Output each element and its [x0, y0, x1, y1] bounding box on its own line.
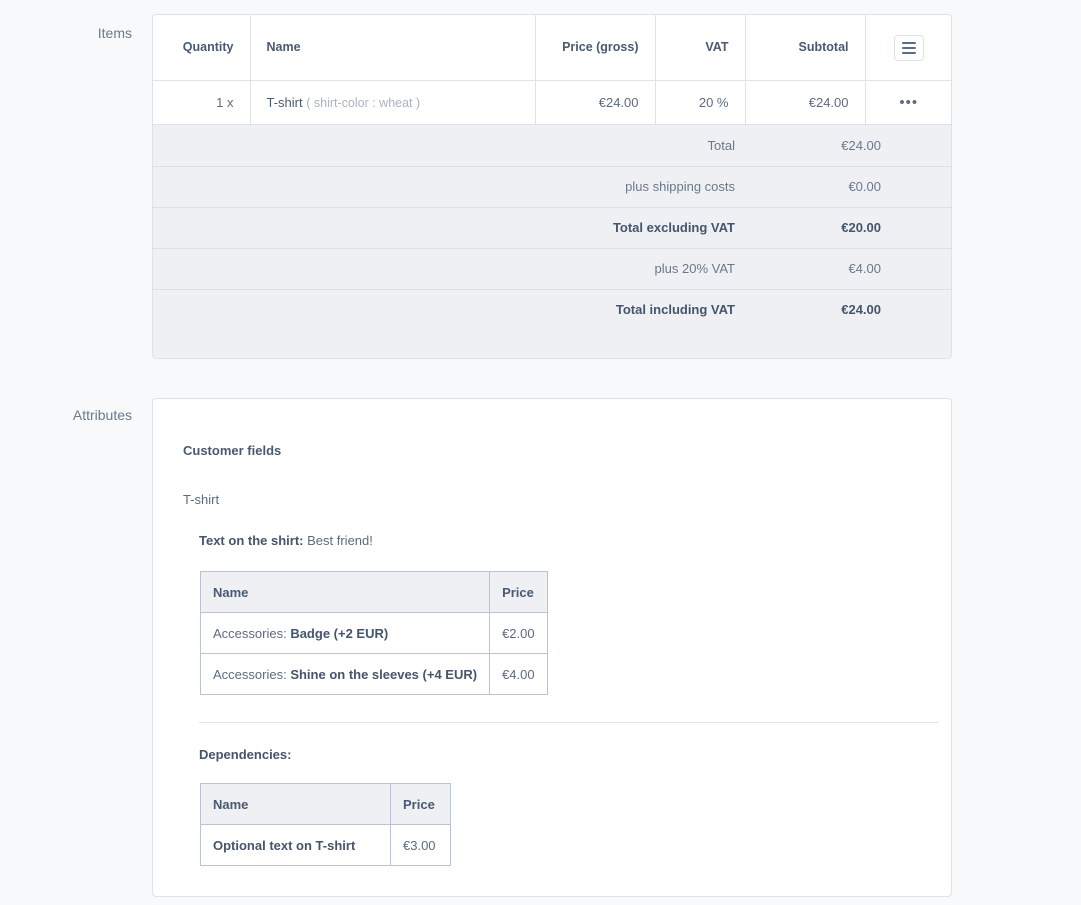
cell-price: €24.00 [535, 80, 656, 125]
attributes-divider [199, 722, 938, 723]
items-card: Quantity Name Price (gross) VAT Subtotal [152, 14, 952, 359]
menu-line [901, 47, 916, 50]
totals-row-including-vat: Total including VAT €24.00 [153, 288, 951, 330]
attributes-section: Attributes Customer fields T-shirt Text … [20, 398, 952, 897]
totals-label: Total including VAT [615, 302, 735, 317]
text-on-shirt-label: Text on the shirt: [199, 533, 304, 548]
cell-accessory-price: €4.00 [489, 653, 548, 695]
table-row: 1 x T-shirt ( shirt-color : wheat ) €24.… [153, 80, 951, 125]
item-option: ( shirt-color : wheat ) [306, 95, 421, 110]
totals-label: Total [707, 137, 735, 153]
attributes-body: Customer fields T-shirt Text on the shir… [153, 399, 951, 896]
totals-label: plus shipping costs [625, 179, 735, 194]
column-header-name: Name [200, 783, 391, 825]
totals-value: €4.00 [848, 261, 881, 276]
cell-quantity: 1 x [153, 80, 251, 125]
cell-accessory-name: Accessories: Badge (+2 EUR) [199, 612, 491, 654]
items-table-header-row: Quantity Name Price (gross) VAT Subtotal [153, 15, 951, 81]
totals-label: plus 20% VAT [654, 261, 735, 276]
table-row: Optional text on T-shirt €3.00 [200, 824, 451, 866]
items-table-body: 1 x T-shirt ( shirt-color : wheat ) €24.… [153, 80, 951, 125]
cell-vat: 20 % [655, 80, 746, 125]
accessories-table: Name Price Accessories: Badge (+2 EUR) €… [199, 571, 548, 695]
items-table-head: Quantity Name Price (gross) VAT Subtotal [153, 15, 951, 81]
accessories-table-head: Name Price [199, 571, 548, 613]
attributes-section-label: Attributes [72, 407, 132, 423]
cell-accessory-price: €2.00 [489, 612, 548, 654]
table-row: Accessories: Badge (+2 EUR) €2.00 [199, 612, 548, 654]
totals-row-total: Total €24.00 [153, 125, 951, 166]
page-root: Items Quantity Name Price (gross) VAT Su… [0, 0, 1081, 905]
column-header-vat: VAT [655, 15, 746, 81]
attribute-product-name: T-shirt [183, 492, 220, 507]
hamburger-menu-icon[interactable] [893, 35, 924, 62]
dependencies-table: Name Price Optional text on T-shirt €3.0… [200, 783, 451, 866]
column-header-name: Name [199, 571, 491, 613]
totals-value: €24.00 [841, 302, 881, 317]
text-on-shirt-field: Text on the shirt: Best friend! [199, 533, 921, 548]
dependencies-table-head: Name Price [200, 783, 451, 825]
menu-line [901, 52, 916, 55]
customer-fields-heading: Customer fields [183, 443, 282, 458]
totals-value: €0.00 [848, 179, 881, 194]
accessory-name: Badge (+2 EUR) [290, 625, 389, 641]
dependencies-table-body: Optional text on T-shirt €3.00 [200, 824, 451, 866]
cell-dependency-price: €3.00 [390, 824, 451, 866]
column-header-price: Price [489, 571, 548, 613]
accessory-prefix: Accessories: [213, 666, 291, 682]
dependency-name: Optional text on T-shirt [213, 837, 356, 853]
items-section-label: Items [97, 25, 132, 41]
totals-value: €20.00 [841, 220, 881, 235]
totals-block: Total €24.00 plus shipping costs €0.00 T… [153, 124, 951, 358]
column-header-actions [865, 15, 951, 81]
items-table: Quantity Name Price (gross) VAT Subtotal [153, 15, 951, 125]
column-header-subtotal: Subtotal [745, 15, 866, 81]
cell-actions: ••• [865, 80, 951, 125]
items-section: Items Quantity Name Price (gross) VAT Su… [20, 14, 952, 359]
item-name: T-shirt [266, 94, 303, 110]
totals-row-shipping: plus shipping costs €0.00 [153, 165, 951, 207]
cell-subtotal: €24.00 [745, 80, 866, 125]
table-row: Accessories: Shine on the sleeves (+4 EU… [199, 653, 548, 695]
accessories-table-body: Accessories: Badge (+2 EUR) €2.00 Access… [199, 612, 548, 695]
totals-label: Total excluding VAT [612, 220, 735, 235]
totals-row-excluding-vat: Total excluding VAT €20.00 [153, 206, 951, 248]
text-on-shirt-value: Best friend! [307, 533, 373, 548]
accessory-prefix: Accessories: [213, 625, 291, 641]
column-header-price: Price [390, 783, 451, 825]
accessory-name: Shine on the sleeves (+4 EUR) [290, 666, 478, 682]
totals-value: €24.00 [841, 137, 881, 153]
attributes-indent-group: Text on the shirt: Best friend! Name Pri… [199, 533, 938, 866]
column-header-name: Name [250, 15, 536, 81]
dependencies-header-row: Name Price [200, 783, 451, 825]
menu-line [901, 42, 916, 45]
accessories-header-row: Name Price [199, 571, 548, 613]
column-header-price: Price (gross) [535, 15, 656, 81]
attributes-card: Customer fields T-shirt Text on the shir… [152, 398, 952, 897]
dependencies-heading: Dependencies: [199, 747, 292, 762]
cell-accessory-name: Accessories: Shine on the sleeves (+4 EU… [199, 653, 491, 695]
ellipsis-icon[interactable]: ••• [899, 95, 918, 110]
cell-dependency-name: Optional text on T-shirt [200, 824, 391, 866]
cell-name: T-shirt ( shirt-color : wheat ) [250, 80, 536, 125]
totals-row-vat: plus 20% VAT €4.00 [153, 247, 951, 289]
column-header-quantity: Quantity [153, 15, 251, 81]
